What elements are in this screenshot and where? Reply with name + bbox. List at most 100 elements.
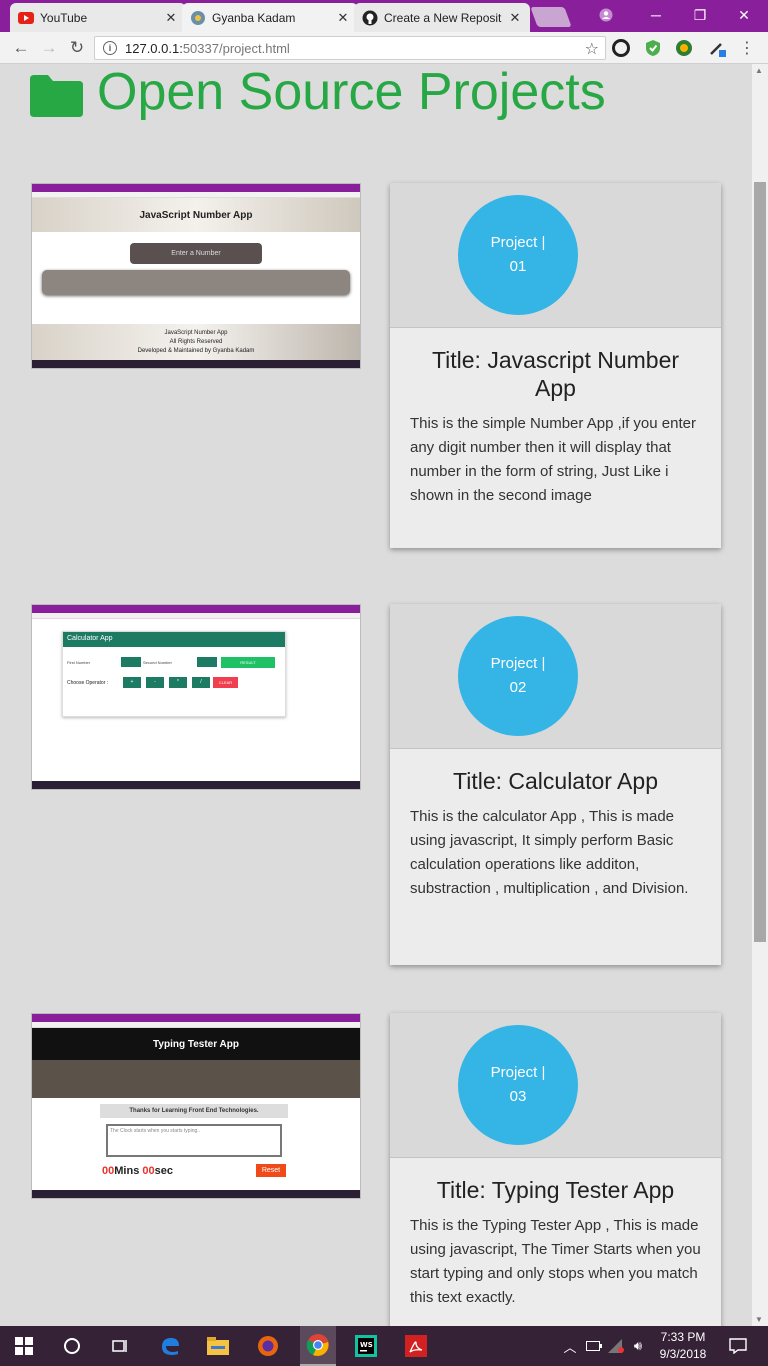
badge-label: Project | [490,1064,546,1081]
project-description: This is the Typing Tester App , This is … [410,1217,701,1306]
mini-label: Second Number [143,660,172,665]
wifi-off-icon[interactable] [604,1334,628,1358]
mini-timer-value: 00 [102,1165,115,1177]
project-card: Project | 02 Title: Calculator App This i… [390,604,721,965]
clock-date: 9/3/2018 [659,1347,707,1361]
system-clock[interactable]: 7:33 PM 9/3/2018 [648,1329,718,1363]
project-badge: Project | 02 [458,616,578,736]
mini-label: First Number [67,660,91,665]
mini-op: + [123,677,141,688]
close-icon[interactable]: ✕ [508,10,522,26]
back-button[interactable]: ← [10,37,32,59]
project-title: Title: Typing Tester App [436,1177,675,1203]
url-path: 50337/project.html [182,40,290,56]
file-explorer-icon[interactable] [206,1334,230,1358]
globe-extension-icon[interactable] [675,39,693,57]
svg-text:WS: WS [360,1341,373,1349]
shield-icon[interactable] [644,39,662,57]
new-tab-button[interactable] [530,7,572,27]
tab-label: YouTube [40,10,88,25]
youtube-icon [18,10,34,26]
profile-icon[interactable] [586,0,626,30]
mini-header: Calculator App [63,632,285,647]
card-header: Project | 03 [390,1013,721,1158]
project-description: This is the simple Number App ,if you en… [410,415,696,504]
project-description: This is the calculator App , This is mad… [410,808,689,897]
windows-start-icon[interactable] [12,1334,36,1358]
notifications-icon[interactable] [726,1334,750,1358]
minimize-button[interactable]: ─ [636,0,676,30]
card-header: Project | 01 [390,183,721,328]
scroll-up-icon[interactable]: ▲ [755,66,763,75]
address-bar[interactable]: i 127.0.0.1: 50337/project.html ☆ [94,36,606,60]
info-icon[interactable]: i [103,41,117,55]
firefox-icon[interactable] [256,1334,280,1358]
project-card: Project | 03 Title: Typing Tester App Thi… [390,1013,721,1326]
page-scrollbar[interactable]: ▲ ▼ [752,64,768,1326]
forward-button[interactable]: → [38,37,60,59]
project-card: Project | 01 Title: Javascript Number App… [390,183,721,548]
badge-number: 02 [509,679,527,696]
tab-create-repo[interactable]: Create a New Reposit ✕ [354,3,530,32]
eyedropper-icon[interactable] [708,39,726,57]
mini-label: Choose Operator : [67,680,109,686]
project-title: Title: Javascript Number App [431,347,680,401]
project-screenshot[interactable]: Calculator App First Number Second Numbe… [31,604,361,790]
chrome-taskbar-icon[interactable] [300,1326,336,1366]
tab-gyanba-kadam[interactable]: Gyanba Kadam ✕ [182,3,358,32]
mini-op: * [169,677,187,688]
badge-label: Project | [490,234,546,251]
battery-icon[interactable] [582,1334,606,1358]
mini-header: JavaScript Number App [32,198,360,232]
mini-banner: Thanks for Learning Front End Technologi… [100,1104,288,1118]
mini-op: / [192,677,210,688]
scrollbar-thumb[interactable] [754,182,766,942]
card-header: Project | 02 [390,604,721,749]
maximize-button[interactable]: ❐ [680,0,720,30]
page-title: Open Source Projects [30,64,606,122]
mini-taskbar [32,781,360,789]
close-icon[interactable]: ✕ [336,10,350,26]
cortana-search-icon[interactable] [60,1334,84,1358]
task-view-icon[interactable] [108,1334,132,1358]
reload-button[interactable]: ↻ [66,37,88,59]
project-title: Title: Calculator App [453,768,658,794]
mini-calculator: Calculator App First Number Second Numbe… [62,631,286,717]
extension-icon[interactable] [612,39,630,57]
mini-footer: JavaScript Number App All Rights Reserve… [32,324,360,362]
mini-textarea: The Clock starts when you starts typing.… [106,1124,282,1157]
mini-taskbar [32,1190,360,1198]
scroll-down-icon[interactable]: ▼ [755,1315,763,1324]
project-badge: Project | 01 [458,195,578,315]
chevron-up-icon[interactable]: ︿ [558,1334,582,1358]
page-viewport: Open Source Projects JavaScript Number A… [0,64,752,1326]
mini-footer-line: All Rights Reserved [169,339,223,345]
github-icon [362,10,378,26]
bookmark-star-icon[interactable]: ☆ [585,39,599,59]
mini-reset: Reset [256,1164,286,1177]
webstorm-icon[interactable]: WS [354,1334,378,1358]
badge-number: 03 [509,1088,527,1105]
mini-timer-label: Mins [114,1165,140,1177]
windows-taskbar: WS ︿ 🔊︎ 7:33 PM 9/3/2018 [0,1326,768,1366]
clock-time: 7:33 PM [660,1330,706,1344]
edge-browser-icon[interactable] [158,1334,182,1358]
url-host: 127.0.0.1: [125,40,183,56]
site-icon [190,10,206,26]
acrobat-icon[interactable] [404,1334,428,1358]
close-window-button[interactable]: ✕ [724,0,764,30]
close-icon[interactable]: ✕ [164,10,178,26]
project-screenshot[interactable]: Typing Tester App Thanks for Learning Fr… [31,1013,361,1199]
menu-icon[interactable]: ⋮ [736,37,758,59]
mini-footer-line: Developed & Maintained by Gyanba Kadam [137,348,255,354]
badge-label: Project | [490,655,546,672]
project-screenshot[interactable]: JavaScript Number App Enter a Number Jav… [31,183,361,369]
browser-toolbar: ← → ↻ i 127.0.0.1: 50337/project.html ☆ ⋮ [0,32,768,64]
mini-footer-line: JavaScript Number App [164,330,228,336]
volume-icon[interactable]: 🔊︎ [626,1334,650,1358]
tab-label: Gyanba Kadam [212,10,296,25]
badge-number: 01 [509,258,527,275]
tab-youtube[interactable]: YouTube ✕ [10,3,186,32]
mini-timer-label: sec [154,1165,173,1177]
project-badge: Project | 03 [458,1025,578,1145]
